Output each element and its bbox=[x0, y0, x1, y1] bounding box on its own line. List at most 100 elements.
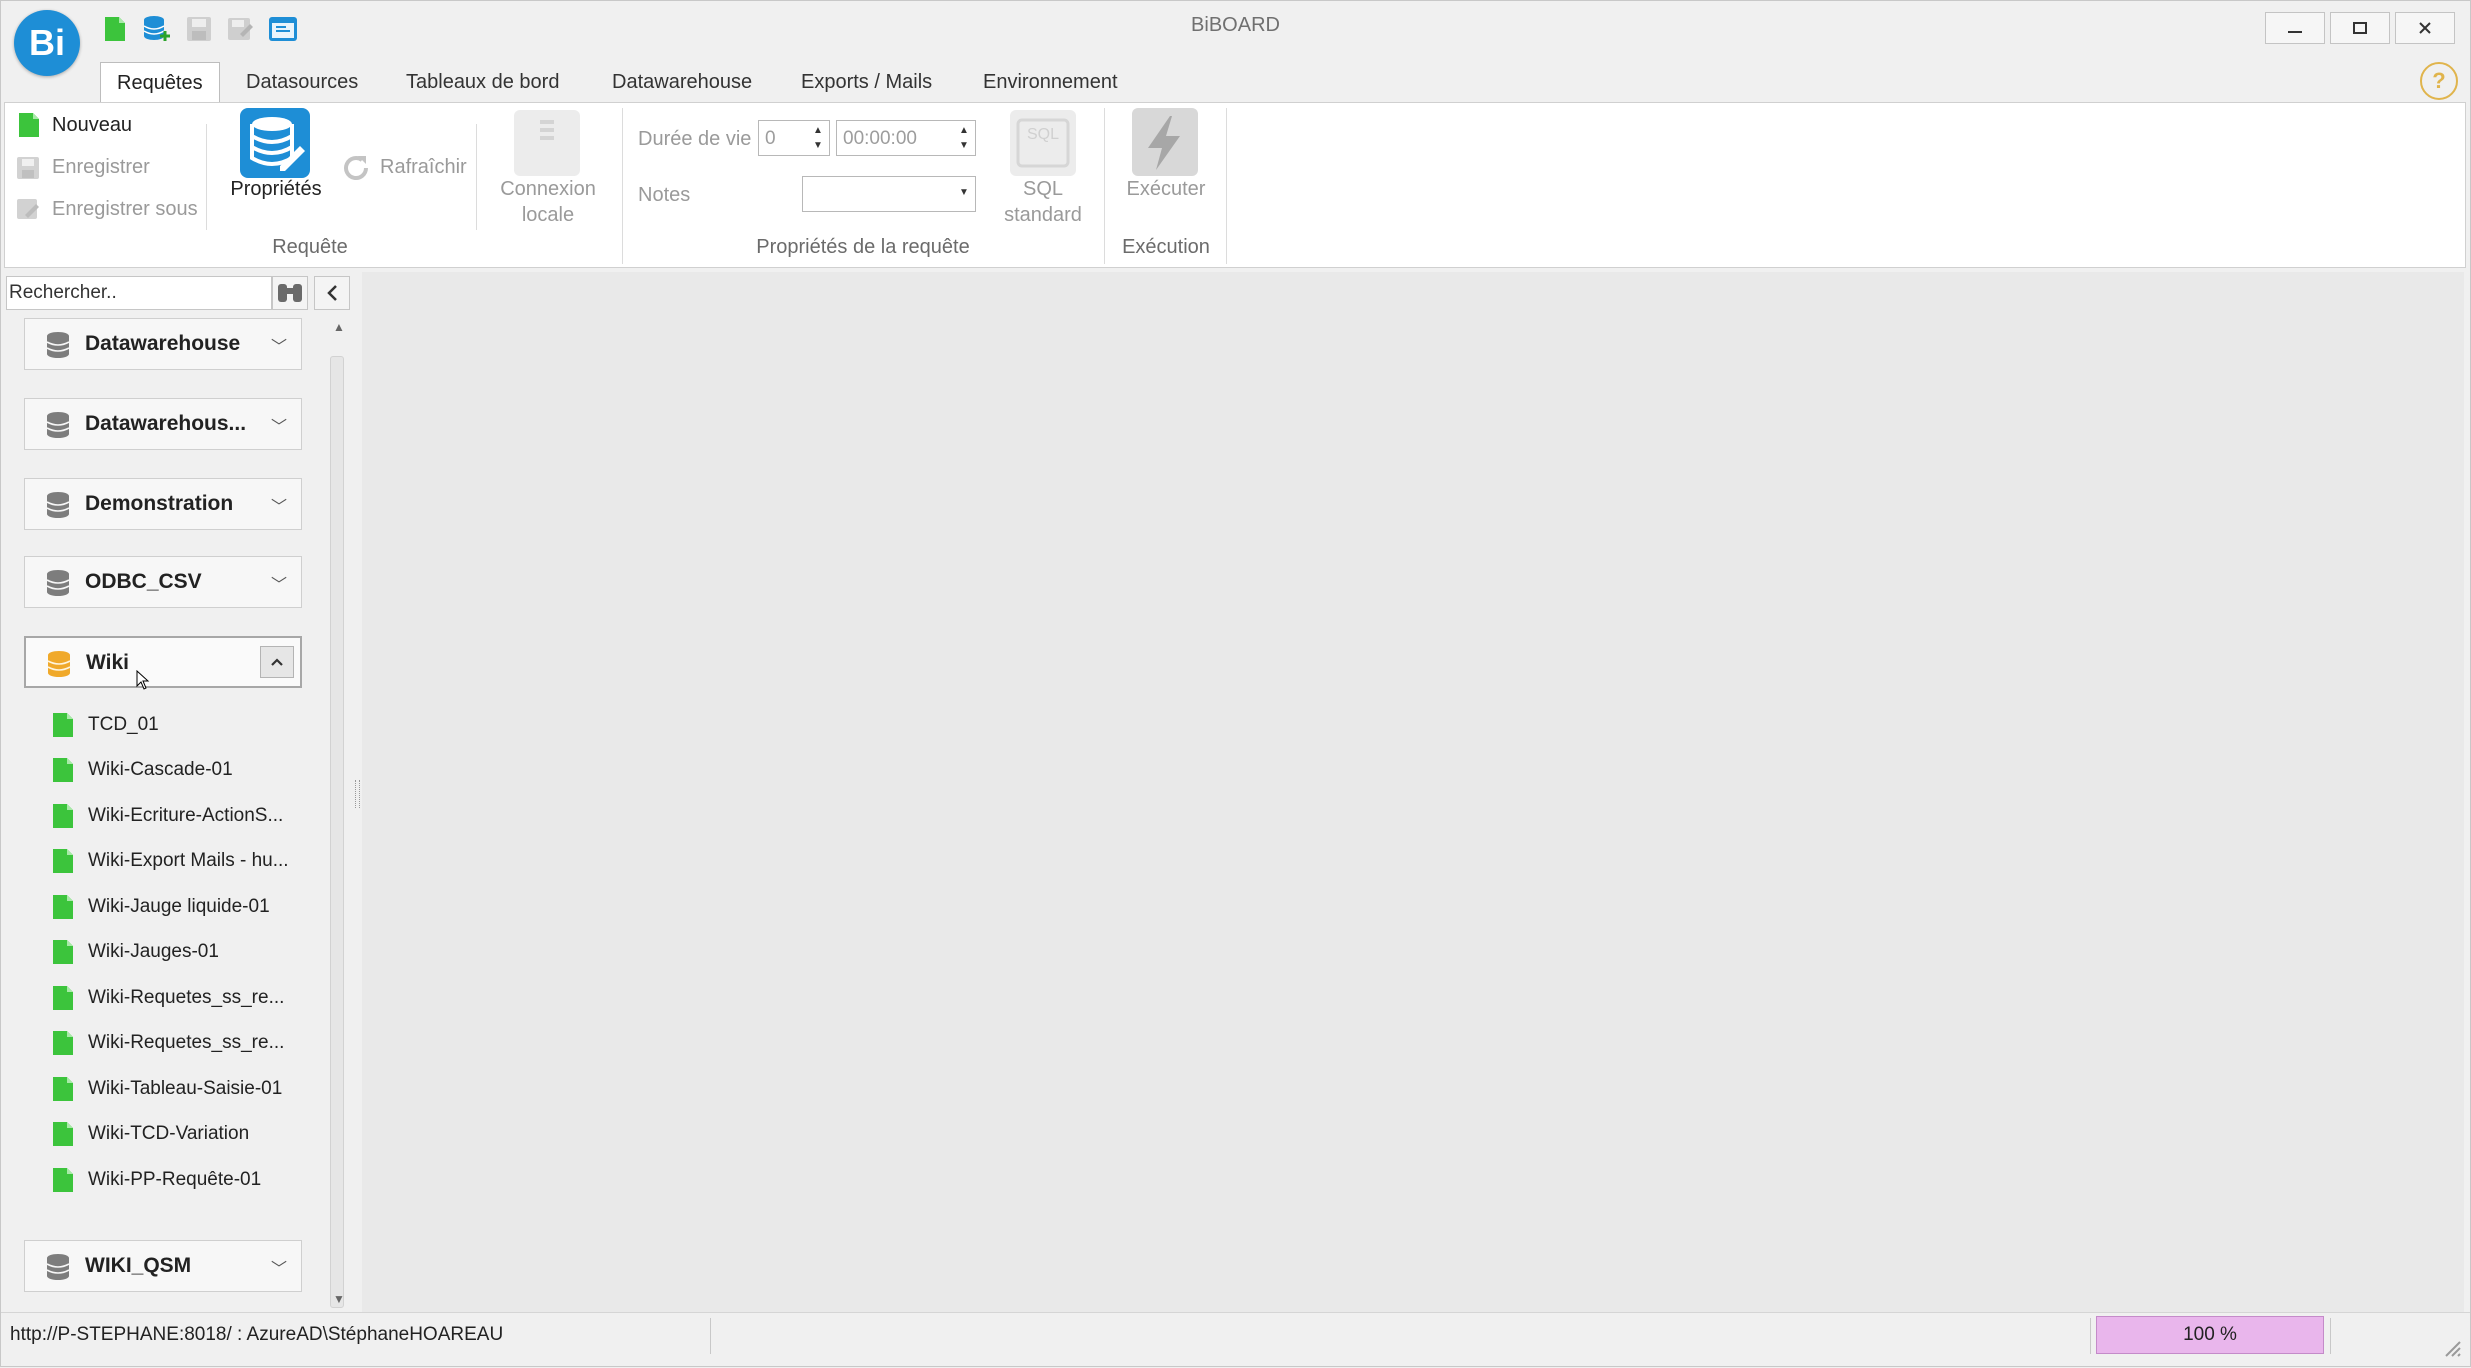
sql-standard-line1[interactable]: SQL bbox=[990, 178, 1096, 201]
list-item[interactable]: Wiki-PP-Requête-01 bbox=[52, 1163, 261, 1197]
document-icon bbox=[53, 1168, 73, 1192]
document-icon bbox=[53, 713, 73, 737]
proprietes-icon bbox=[240, 108, 310, 183]
list-item[interactable]: Wiki-Cascade-01 bbox=[52, 753, 233, 787]
list-item[interactable]: Wiki-TCD-Variation bbox=[52, 1117, 249, 1151]
document-icon bbox=[53, 1122, 73, 1146]
list-item[interactable]: Wiki-Tableau-Saisie-01 bbox=[52, 1072, 282, 1106]
refresh-icon bbox=[340, 152, 372, 189]
tab-datawarehouse[interactable]: Datawarehouse bbox=[596, 62, 768, 102]
scrollbar[interactable] bbox=[330, 356, 344, 1308]
splitter-handle[interactable] bbox=[355, 780, 360, 808]
datasource-group-odbc-csv[interactable]: ODBC_CSV ﹀ bbox=[24, 556, 302, 608]
enregistrer-sous-button[interactable]: Enregistrer sous bbox=[52, 198, 198, 221]
list-item[interactable]: Wiki-Requetes_ss_re... bbox=[52, 1026, 284, 1060]
execute-icon bbox=[1132, 108, 1198, 181]
list-item-label: Wiki-TCD-Variation bbox=[88, 1123, 250, 1144]
list-item[interactable]: TCD_01 bbox=[52, 708, 159, 742]
maximize-button[interactable] bbox=[2330, 12, 2390, 44]
binoculars-icon bbox=[278, 284, 302, 302]
search-input[interactable]: Rechercher.. bbox=[6, 276, 272, 310]
minimize-button[interactable] bbox=[2265, 12, 2325, 44]
list-item[interactable]: Wiki-Jauges-01 bbox=[52, 935, 219, 969]
database-icon bbox=[46, 1254, 70, 1280]
document-icon bbox=[53, 940, 73, 964]
time-input[interactable]: 00:00:00 ▲ ▼ bbox=[836, 120, 976, 156]
document-icon bbox=[53, 849, 73, 873]
separator bbox=[206, 124, 207, 230]
chevron-down-icon[interactable]: ﹀ bbox=[271, 413, 287, 437]
list-item[interactable]: Wiki-Jauge liquide-01 bbox=[52, 890, 270, 924]
list-item-label: Wiki-Export Mails - hu... bbox=[88, 850, 289, 871]
chevron-up-icon[interactable] bbox=[260, 646, 294, 678]
list-item-label: Wiki-PP-Requête-01 bbox=[88, 1169, 262, 1190]
list-item-label: Wiki-Cascade-01 bbox=[88, 759, 233, 780]
status-divider bbox=[2330, 1318, 2331, 1354]
mouse-cursor bbox=[136, 669, 150, 695]
close-button[interactable] bbox=[2395, 12, 2455, 44]
save-icon bbox=[16, 156, 40, 185]
database-icon bbox=[46, 332, 70, 358]
chevron-down-icon[interactable]: ﹀ bbox=[271, 333, 287, 357]
connexion-locale-line1[interactable]: Connexion bbox=[496, 178, 600, 201]
chevron-down-icon[interactable]: ﹀ bbox=[271, 571, 287, 595]
chevron-down-icon[interactable]: ﹀ bbox=[271, 493, 287, 517]
group-label-proprietes: Propriétés de la requête bbox=[756, 236, 970, 258]
document-icon bbox=[53, 895, 73, 919]
duree-spinner[interactable]: ▲ ▼ bbox=[811, 123, 825, 153]
list-item-label: Wiki-Ecriture-ActionS... bbox=[88, 805, 284, 826]
database-icon bbox=[47, 651, 71, 677]
nouveau-button[interactable]: Nouveau bbox=[52, 114, 132, 137]
status-divider bbox=[710, 1318, 711, 1354]
list-item-label: Wiki-Requetes_ss_re... bbox=[88, 987, 285, 1008]
datasource-group-datawarehouse[interactable]: Datawarehouse ﹀ bbox=[24, 318, 302, 370]
scroll-down-arrow[interactable]: ▼ bbox=[333, 1292, 345, 1306]
document-icon bbox=[53, 758, 73, 782]
document-icon bbox=[53, 986, 73, 1010]
time-spinner[interactable]: ▲ ▼ bbox=[957, 123, 971, 153]
chevron-down-icon[interactable]: ﹀ bbox=[271, 1255, 287, 1279]
main-workspace[interactable] bbox=[362, 272, 2464, 1312]
rafraichir-button[interactable]: Rafraîchir bbox=[380, 156, 467, 179]
zoom-level[interactable]: 100 % bbox=[2096, 1316, 2324, 1354]
group-label-execution: Exécution bbox=[1122, 236, 1210, 258]
duree-de-vie-input[interactable]: 0 ▲ ▼ bbox=[758, 120, 830, 156]
notes-dropdown[interactable]: ▼ bbox=[802, 176, 976, 212]
connexion-locale-line2[interactable]: locale bbox=[496, 204, 600, 227]
database-icon bbox=[46, 412, 70, 438]
proprietes-button[interactable]: Propriétés bbox=[228, 178, 324, 201]
list-item[interactable]: Wiki-Ecriture-ActionS... bbox=[52, 799, 283, 833]
list-item[interactable]: Wiki-Export Mails - hu... bbox=[52, 844, 289, 878]
help-icon[interactable]: ? bbox=[2420, 62, 2458, 100]
list-item-label: Wiki-Jauge liquide-01 bbox=[88, 896, 270, 917]
scroll-up-arrow[interactable]: ▲ bbox=[333, 320, 345, 334]
connection-status: http://P-STEPHANE:8018/ : AzureAD\Stépha… bbox=[10, 1324, 504, 1345]
enregistrer-button[interactable]: Enregistrer bbox=[52, 156, 150, 179]
datasource-group-demonstration[interactable]: Demonstration ﹀ bbox=[24, 478, 302, 530]
group-name: WIKI_QSM bbox=[85, 1254, 192, 1277]
datasource-group-datawarehouse-2[interactable]: Datawarehous... ﹀ bbox=[24, 398, 302, 450]
tab-requetes[interactable]: Requêtes bbox=[100, 62, 220, 105]
chevron-down-icon: ▼ bbox=[959, 187, 969, 198]
collapse-panel-button[interactable] bbox=[314, 276, 350, 310]
group-separator bbox=[1226, 108, 1227, 264]
database-icon bbox=[46, 570, 70, 596]
tab-datasources[interactable]: Datasources bbox=[230, 62, 374, 102]
datasource-group-wiki[interactable]: Wiki bbox=[24, 636, 302, 688]
sql-standard-icon: SQL bbox=[1010, 110, 1076, 181]
tab-tableaux-de-bord[interactable]: Tableaux de bord bbox=[390, 62, 575, 102]
notes-label: Notes bbox=[638, 184, 691, 206]
datasource-group-wiki-qsm[interactable]: WIKI_QSM ﹀ bbox=[24, 1240, 302, 1292]
tab-exports-mails[interactable]: Exports / Mails bbox=[785, 62, 948, 102]
document-icon bbox=[53, 804, 73, 828]
sql-standard-line2[interactable]: standard bbox=[990, 204, 1096, 227]
group-name: Datawarehouse bbox=[85, 332, 241, 355]
resize-grip-icon[interactable] bbox=[2440, 1336, 2462, 1363]
group-label-requete: Requête bbox=[272, 236, 348, 258]
list-item-label: Wiki-Tableau-Saisie-01 bbox=[88, 1078, 283, 1099]
list-item[interactable]: Wiki-Requetes_ss_re... bbox=[52, 981, 284, 1015]
search-button[interactable] bbox=[272, 276, 308, 310]
executer-button[interactable]: Exécuter bbox=[1110, 178, 1222, 201]
list-item-label: Wiki-Requetes_ss_re... bbox=[88, 1032, 285, 1053]
tab-environnement[interactable]: Environnement bbox=[967, 62, 1134, 102]
